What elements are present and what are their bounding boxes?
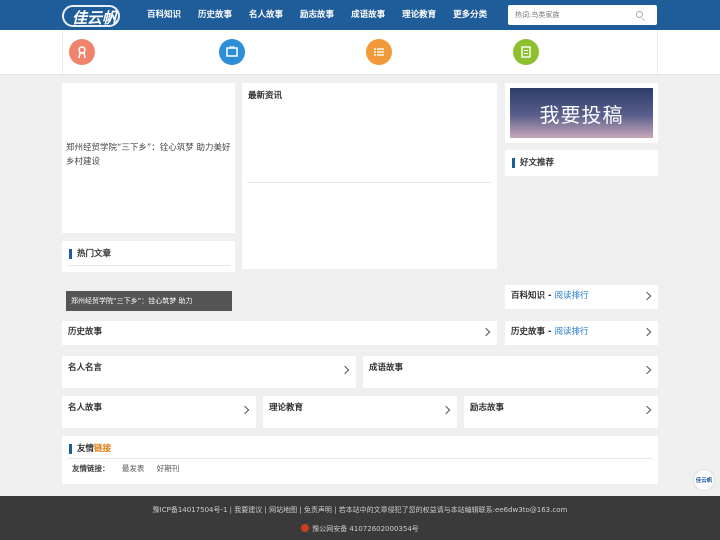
recommended-panel: 好文推荐 <box>505 150 658 176</box>
rank-bar-category: 历史故事 <box>511 327 546 337</box>
section-theory[interactable]: 理论教育 <box>263 396 457 428</box>
section-idioms-title: 成语故事 <box>369 363 404 373</box>
reading-rank-link[interactable]: 阅读排行 <box>554 291 588 301</box>
main-nav: 百科知识 历史故事 名人故事 励志故事 成语故事 理论教育 更多分类 <box>147 0 504 30</box>
chevron-right-icon[interactable] <box>642 291 652 301</box>
section-inspire[interactable]: 励志故事 <box>464 396 658 428</box>
recommended-title: 好文推荐 <box>512 158 554 168</box>
rank-bar-category: 百科知识 <box>511 291 546 301</box>
chevron-right-icon[interactable] <box>642 405 652 415</box>
featured-caption[interactable]: 郑州经贸学院“三下乡”：铨心筑梦 助力 <box>66 291 232 311</box>
submit-banner[interactable]: 我要投稿 <box>510 88 653 138</box>
section-idioms[interactable]: 成语故事 <box>363 356 658 388</box>
hot-articles-panel: 热门文章 <box>62 241 235 272</box>
friend-links-title-b: 链接 <box>94 444 112 454</box>
logo-text: 佳云帆 <box>72 9 118 27</box>
featured-slider[interactable]: 郑州经贸学院“三下乡”：铨心筑梦 助力美好乡村建设 郑州经贸学院“三下乡”：铨心… <box>62 83 236 311</box>
document-icon[interactable] <box>513 39 539 65</box>
category-icon-container <box>62 30 658 74</box>
chevron-right-icon[interactable] <box>642 327 652 337</box>
nav-item-history[interactable]: 历史故事 <box>198 0 232 30</box>
nav-item-inspire[interactable]: 励志故事 <box>300 0 334 30</box>
floating-logo-button[interactable]: 佳云帆 <box>693 469 715 491</box>
section-quotes-title: 名人名言 <box>68 363 103 373</box>
latest-news-title: 最新资讯 <box>248 91 283 101</box>
search-box <box>508 5 657 25</box>
rank-bar-title: 百科知识 - 阅读排行 <box>511 291 589 301</box>
user-badge-icon[interactable] <box>69 39 95 65</box>
friend-link[interactable]: 最发表 <box>122 464 145 473</box>
reading-rank-link[interactable]: 阅读排行 <box>554 327 588 337</box>
search-icon[interactable] <box>636 11 643 18</box>
friend-links-panel: 友情链接 友情链接： 最发表 好期刊 <box>62 436 658 484</box>
friend-links-title-a: 友情 <box>77 444 95 454</box>
friend-links-list: 友情链接： 最发表 好期刊 <box>72 463 179 474</box>
footer-links[interactable]: 豫ICP备14017504号-1 | 我要建议 | 网站地图 | 免责声明 | … <box>0 505 720 515</box>
nav-item-baike[interactable]: 百科知识 <box>147 0 181 30</box>
nav-item-idioms[interactable]: 成语故事 <box>351 0 385 30</box>
section-quotes[interactable]: 名人名言 <box>62 356 356 388</box>
rank-bar-history[interactable]: 历史故事 - 阅读排行 <box>505 321 658 345</box>
divider <box>67 265 230 266</box>
hot-articles-title: 热门文章 <box>69 249 111 259</box>
nav-item-theory[interactable]: 理论教育 <box>402 0 436 30</box>
section-inspire-title: 励志故事 <box>470 403 505 413</box>
site-footer: 豫ICP备14017504号-1 | 我要建议 | 网站地图 | 免责声明 | … <box>0 496 720 540</box>
chevron-right-icon[interactable] <box>340 365 350 375</box>
friend-links-label: 友情链接： <box>72 464 110 473</box>
footer-police-text[interactable]: 豫公网安备 41072602000354号 <box>312 525 419 533</box>
section-history-title: 历史故事 <box>68 327 103 337</box>
rank-bar-title: 历史故事 - 阅读排行 <box>511 327 589 337</box>
category-icon-row <box>0 30 720 75</box>
section-history[interactable]: 历史故事 <box>62 321 497 345</box>
police-badge-icon <box>301 524 310 532</box>
divider <box>67 458 653 459</box>
latest-news-panel: 最新资讯 <box>242 83 497 269</box>
chevron-right-icon[interactable] <box>642 365 652 375</box>
top-header: 佳云帆 百科知识 历史故事 名人故事 励志故事 成语故事 理论教育 更多分类 <box>0 0 720 30</box>
search-input[interactable] <box>508 5 628 25</box>
site-logo[interactable]: 佳云帆 <box>62 3 122 29</box>
chevron-right-icon[interactable] <box>441 405 451 415</box>
nav-item-celebrity[interactable]: 名人故事 <box>249 0 283 30</box>
chevron-right-icon[interactable] <box>240 405 250 415</box>
chevron-right-icon[interactable] <box>481 327 491 337</box>
nav-item-more[interactable]: 更多分类 <box>453 0 487 30</box>
featured-image-alt[interactable]: 郑州经贸学院“三下乡”：铨心筑梦 助力美好乡村建设 <box>66 141 236 169</box>
rank-bar-baike[interactable]: 百科知识 - 阅读排行 <box>505 285 658 309</box>
frame-icon[interactable] <box>219 39 245 65</box>
divider <box>247 182 492 183</box>
footer-police-record[interactable]: 豫公网安备 41072602000354号 <box>0 524 720 534</box>
list-icon[interactable] <box>366 39 392 65</box>
friend-link[interactable]: 好期刊 <box>157 464 180 473</box>
section-celebrity-title: 名人故事 <box>68 403 103 413</box>
friend-links-title: 友情链接 <box>69 444 111 454</box>
section-theory-title: 理论教育 <box>269 403 304 413</box>
section-celebrity[interactable]: 名人故事 <box>62 396 256 428</box>
